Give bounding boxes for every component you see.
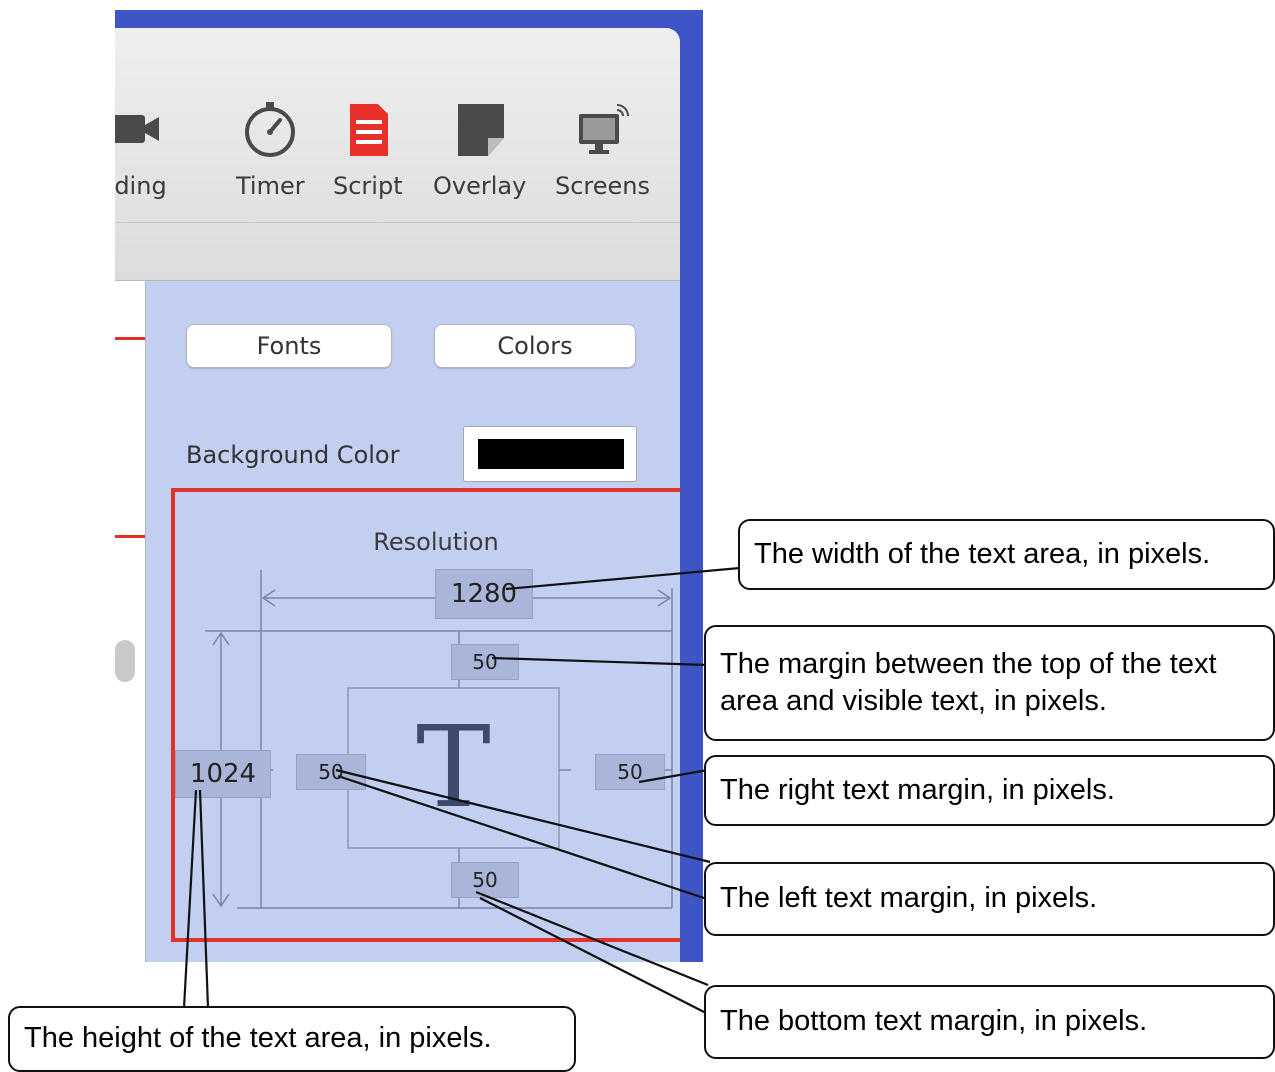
callout-left-margin: The left text margin, in pixels. (704, 862, 1275, 936)
callout-width: The width of the text area, in pixels. (738, 519, 1275, 590)
callout-bottom-margin: The bottom text margin, in pixels. (704, 985, 1275, 1059)
callout-top-margin: The margin between the top of the text a… (704, 625, 1275, 741)
callout-height: The height of the text area, in pixels. (8, 1006, 576, 1072)
annotated-screenshot: cording Timer (0, 0, 1275, 1072)
callout-right-margin: The right text margin, in pixels. (704, 755, 1275, 826)
